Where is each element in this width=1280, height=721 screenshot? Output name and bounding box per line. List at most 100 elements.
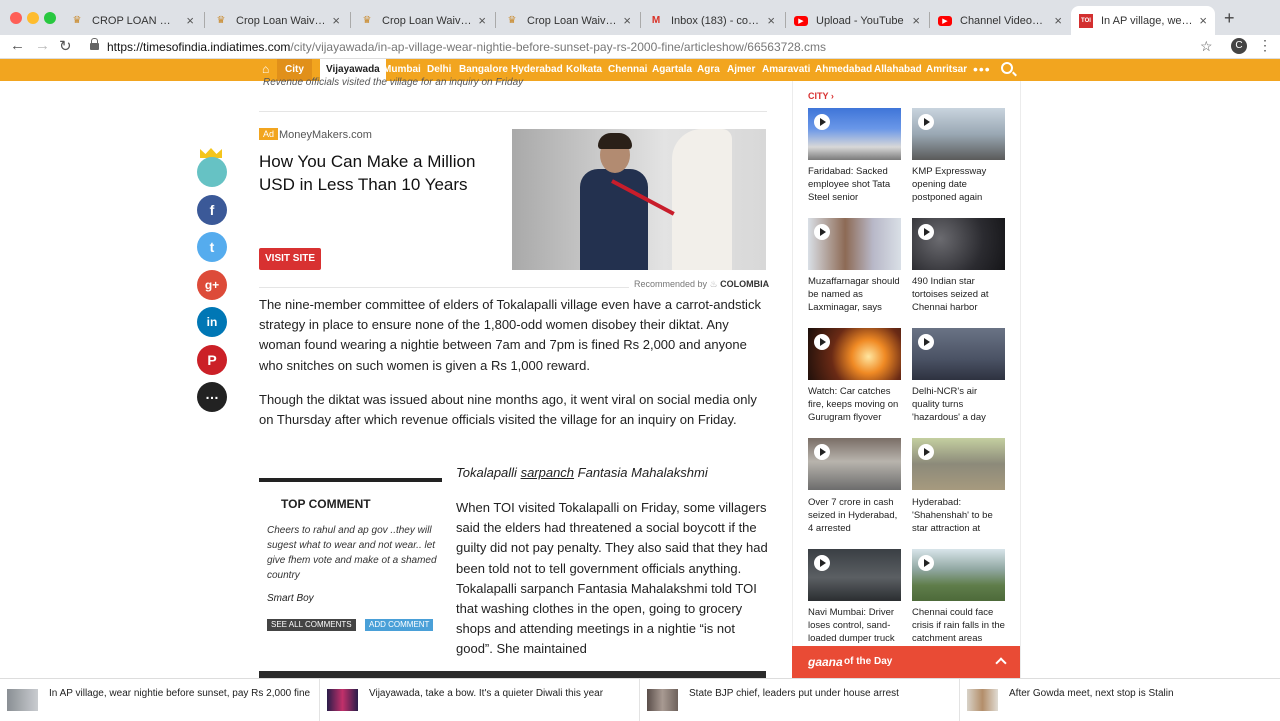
story-title[interactable]: Chennai could face crisis if rain falls …: [912, 606, 1007, 645]
profile-avatar[interactable]: C: [1231, 38, 1247, 54]
related-story-thumbnail: [967, 689, 998, 711]
nav-item-kolkata[interactable]: Kolkata: [566, 59, 602, 81]
search-icon[interactable]: [1001, 62, 1013, 74]
nav-item-agra[interactable]: Agra: [697, 59, 720, 81]
story-thumbnail[interactable]: [912, 328, 1005, 380]
play-icon: [814, 224, 830, 240]
facebook-icon[interactable]: f: [197, 195, 227, 225]
nav-item-amritsar[interactable]: Amritsar: [926, 59, 967, 81]
lock-icon: [90, 38, 99, 52]
home-icon[interactable]: ⌂: [262, 62, 269, 76]
browser-tab[interactable]: ♛ CROP LOAN WAVER ×: [62, 6, 202, 35]
browser-menu-icon[interactable]: ⋮: [1258, 37, 1272, 54]
gaana-of-the-day-bar[interactable]: gaana of the Day: [792, 646, 1020, 678]
google-plus-icon[interactable]: g+: [197, 270, 227, 300]
story-thumbnail[interactable]: [808, 108, 901, 160]
story-title[interactable]: Navi Mumbai: Driver loses control, sand-…: [808, 606, 903, 645]
times-points-badge[interactable]: [197, 157, 227, 187]
close-tab-icon[interactable]: ×: [767, 13, 775, 28]
story-thumbnail[interactable]: [912, 108, 1005, 160]
close-tab-icon[interactable]: ×: [912, 13, 920, 28]
close-tab-icon[interactable]: ×: [623, 13, 631, 28]
address-bar[interactable]: https://timesofindia.indiatimes.com/city…: [90, 37, 1220, 57]
zoom-window-button[interactable]: [44, 12, 56, 24]
story-title[interactable]: Faridabad: Sacked employee shot Tata Ste…: [808, 165, 903, 204]
add-comment-button[interactable]: ADD COMMENT: [365, 619, 434, 631]
story-title[interactable]: Watch: Car catches fire, keeps moving on…: [808, 385, 903, 424]
nav-more-icon[interactable]: •••: [973, 59, 991, 79]
story-thumbnail[interactable]: [912, 218, 1005, 270]
story-title[interactable]: KMP Expressway opening date postponed ag…: [912, 165, 1007, 204]
back-arrow-icon[interactable]: ←: [10, 37, 25, 54]
story-thumbnail[interactable]: [912, 549, 1005, 601]
nav-item-chennai[interactable]: Chennai: [608, 59, 647, 81]
browser-tab-active[interactable]: TOI In AP village, wear nig ×: [1071, 6, 1215, 35]
new-tab-icon[interactable]: +: [1224, 8, 1235, 29]
nav-item-allahabad[interactable]: Allahabad: [874, 59, 922, 81]
story-thumbnail[interactable]: [808, 218, 901, 270]
close-tab-icon[interactable]: ×: [332, 13, 340, 28]
sidebar-border: [792, 81, 793, 678]
browser-tab[interactable]: M Inbox (183) - commr.a ×: [641, 6, 783, 35]
nav-item-ahmedabad[interactable]: Ahmedabad: [815, 59, 872, 81]
close-tab-icon[interactable]: ×: [1199, 13, 1207, 28]
story-thumbnail[interactable]: [808, 438, 901, 490]
play-icon: [918, 555, 934, 571]
related-story[interactable]: Vijayawada, take a bow. It's a quieter D…: [320, 679, 640, 721]
story-title[interactable]: Muzaffarnagar should be named as Laxmina…: [808, 275, 903, 314]
story-title[interactable]: Delhi-NCR's air quality turns 'hazardous…: [912, 385, 1007, 424]
forward-arrow-icon[interactable]: →: [35, 37, 50, 54]
browser-tab[interactable]: ♛ Crop Loan Waiver Far ×: [352, 6, 494, 35]
browser-tab[interactable]: ▶ Channel Videos - You ×: [930, 6, 1070, 35]
tricolor-crest-icon: ♛: [216, 15, 226, 26]
chevron-up-icon[interactable]: [995, 657, 1007, 669]
visit-site-button[interactable]: VISIT SITE: [259, 248, 322, 270]
sidebar-border: [1020, 81, 1021, 678]
story-thumbnail[interactable]: [808, 549, 901, 601]
browser-tab[interactable]: ♛ Crop Loan Waiver Far ×: [206, 6, 348, 35]
related-story[interactable]: After Gowda meet, next stop is Stalin: [960, 679, 1280, 721]
nav-item-agartala[interactable]: Agartala: [652, 59, 692, 81]
close-tab-icon[interactable]: ×: [478, 13, 486, 28]
gmail-icon: M: [651, 15, 661, 26]
story-thumbnail[interactable]: [912, 438, 1005, 490]
play-icon: [814, 555, 830, 571]
ad-title[interactable]: How You Can Make a Million USD in Less T…: [259, 150, 499, 196]
linkedin-icon[interactable]: in: [197, 307, 227, 337]
story-title[interactable]: Hyderabad: 'Shahenshah' to be star attra…: [912, 496, 1007, 535]
pinterest-icon[interactable]: P: [197, 345, 227, 375]
close-tab-icon[interactable]: ×: [186, 13, 194, 28]
top-comment-author[interactable]: Smart Boy: [267, 593, 442, 604]
nav-item-amaravati[interactable]: Amaravati: [762, 59, 810, 81]
browser-tab[interactable]: ♛ Crop Loan Waiver Far ×: [497, 6, 639, 35]
story-thumbnail[interactable]: [808, 328, 901, 380]
story-title[interactable]: 490 Indian star tortoises seized at Chen…: [912, 275, 1007, 314]
close-window-button[interactable]: [10, 12, 22, 24]
subcaption-part: Tokalapalli: [456, 465, 521, 480]
subcaption-link[interactable]: sarpanch: [521, 465, 574, 480]
related-story[interactable]: State BJP chief, leaders put under house…: [640, 679, 960, 721]
related-story[interactable]: In AP village, wear nightie before sunse…: [0, 679, 320, 721]
related-story-title: After Gowda meet, next stop is Stalin: [1009, 688, 1174, 699]
comment-icon[interactable]: …: [197, 382, 227, 412]
bookmark-star-icon[interactable]: ☆: [1200, 38, 1213, 55]
article-paragraph: When TOI visited Tokalapalli on Friday, …: [456, 500, 768, 657]
top-comment-bar: [259, 478, 442, 482]
see-all-comments-button[interactable]: SEE ALL COMMENTS: [267, 619, 356, 631]
story-title[interactable]: Over 7 crore in cash seized in Hyderabad…: [808, 496, 903, 535]
ad-image[interactable]: [512, 129, 766, 270]
ad-badge: Ad: [259, 128, 279, 140]
recommended-by[interactable]: Recommended by ♨ COLOMBIA: [634, 279, 769, 290]
related-story-thumbnail: [7, 689, 38, 711]
browser-tab[interactable]: ▶ Upload - YouTube ×: [786, 6, 928, 35]
nav-item-ajmer[interactable]: Ajmer: [727, 59, 755, 81]
divider: [259, 287, 629, 288]
top-comment-title: TOP COMMENT: [281, 497, 371, 511]
reload-icon[interactable]: ↻: [59, 37, 72, 55]
twitter-icon[interactable]: t: [197, 232, 227, 262]
minimize-window-button[interactable]: [27, 12, 39, 24]
ad-source[interactable]: MoneyMakers.com: [279, 129, 372, 141]
ad-image-hair: [598, 133, 632, 149]
close-tab-icon[interactable]: ×: [1054, 13, 1062, 28]
sidebar-section-title[interactable]: CITY ›: [808, 91, 834, 101]
